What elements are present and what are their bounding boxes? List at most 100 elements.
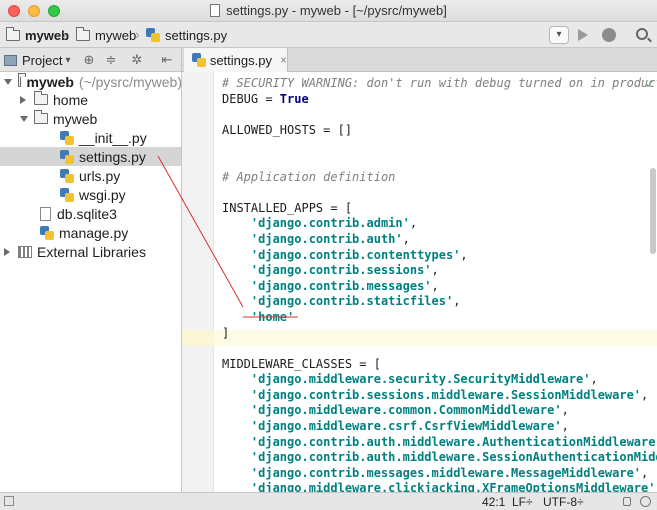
folder-icon [6, 26, 20, 41]
breadcrumb-separator: › [62, 26, 67, 42]
code-string: 'django.contrib.messages' [250, 278, 432, 293]
line-separator[interactable]: LF÷ [512, 495, 533, 509]
tree-root-path: (~/pysrc/myweb) [78, 73, 182, 90]
project-toolbar: Project ▾ ⊕ ≑ ✲ ⇤ [0, 48, 182, 72]
python-file-icon [60, 130, 74, 145]
tree-item-init[interactable]: __init__.py [0, 128, 181, 147]
expand-arrow-icon[interactable] [4, 78, 12, 85]
caret-position[interactable]: 42:1 [482, 495, 505, 509]
code-comma: , [431, 263, 439, 278]
debug-icon[interactable] [602, 28, 616, 42]
expand-arrow-icon[interactable] [20, 115, 28, 122]
project-view-icon [4, 54, 17, 66]
code-line: ALLOWED_HOSTS = [] [222, 122, 353, 137]
collapse-arrow-icon[interactable] [20, 95, 26, 104]
code-comma: , [460, 247, 468, 262]
hide-icon[interactable]: ⇤ [160, 53, 174, 67]
python-file-icon [60, 149, 74, 164]
code-string: 'django.contrib.auth.middleware.Authenti… [250, 434, 657, 449]
search-icon[interactable] [636, 28, 648, 40]
tab-settings-py[interactable]: settings.py × [184, 48, 288, 72]
code-editor[interactable]: # SECURITY WARNING: don't run with debug… [182, 72, 657, 492]
code-string-home: 'home' [250, 309, 295, 324]
code-line: 'home' [222, 310, 657, 326]
hector-icon[interactable] [640, 496, 651, 507]
tree-item-root[interactable]: myweb (~/pysrc/myweb) [0, 72, 182, 91]
code-string: 'django.contrib.sessions.middleware.Sess… [250, 387, 642, 402]
code-line: DEBUG = True [222, 92, 657, 108]
tree-item-label: __init__.py [79, 129, 147, 146]
document-icon [210, 4, 221, 17]
status-bar: 42:1 LF÷ UTF-8÷ [0, 492, 657, 510]
code-line: 'django.middleware.security.SecurityMidd… [222, 372, 657, 388]
tree-item-label: wsgi.py [79, 186, 126, 203]
code-line: 'django.middleware.common.CommonMiddlewa… [222, 403, 657, 419]
code-comma: , [409, 216, 418, 231]
lock-icon[interactable] [623, 497, 631, 506]
code-comma: , [590, 372, 598, 387]
code-line: 'django.contrib.auth.middleware.SessionA… [222, 450, 657, 466]
tree-item-manage[interactable]: manage.py [0, 223, 181, 242]
inspection-ok-icon[interactable]: ✓ [645, 77, 655, 91]
python-file-icon [60, 168, 74, 183]
chevron-down-icon: ▾ [65, 54, 71, 66]
code-line: 'django.contrib.sessions.middleware.Sess… [222, 388, 657, 404]
code-line: 'django.contrib.contenttypes', [222, 248, 657, 264]
tree-item-external-libraries[interactable]: External Libraries [0, 242, 181, 261]
code-line: 'django.contrib.staticfiles', [222, 294, 657, 310]
tree-item-urls[interactable]: urls.py [0, 166, 181, 185]
code-line: INSTALLED_APPS = [ [222, 200, 353, 215]
tree-item-home[interactable]: home [0, 90, 181, 109]
tool-windows-icon[interactable] [4, 496, 14, 506]
target-icon[interactable]: ⊕ [82, 53, 96, 67]
project-view-dropdown[interactable]: Project ▾ [4, 51, 71, 69]
code-string: 'django.middleware.security.SecurityMidd… [250, 372, 591, 387]
run-configuration-select[interactable]: ▾ [549, 26, 569, 44]
code-comma: , [431, 278, 439, 293]
code-string: 'django.contrib.staticfiles' [250, 294, 454, 309]
window-titlebar: settings.py - myweb - [~/pysrc/myweb] [0, 0, 657, 22]
library-icon [18, 245, 32, 258]
code-line: ] [222, 325, 230, 340]
close-tab-icon[interactable]: × [280, 53, 287, 67]
collapse-icon[interactable]: ≑ [104, 53, 118, 67]
editor-tab-bar: settings.py × [182, 48, 657, 72]
code-line: 'django.middleware.csrf.CsrfViewMiddlewa… [222, 419, 657, 435]
code-line: 'django.contrib.sessions', [222, 263, 657, 279]
tree-item-myweb[interactable]: myweb [0, 109, 181, 128]
folder-icon [18, 73, 28, 87]
code-string: 'django.contrib.auth' [250, 231, 403, 246]
breadcrumb-file-label: settings.py [165, 27, 228, 43]
gear-icon[interactable]: ✲ [130, 53, 144, 67]
breadcrumb-file[interactable]: settings.py [146, 27, 227, 43]
caret-gutter-highlight [182, 330, 214, 346]
breadcrumb-package[interactable]: myweb [76, 26, 136, 43]
file-encoding[interactable]: UTF-8÷ [543, 495, 584, 509]
window-title-area: settings.py - myweb - [~/pysrc/myweb] [0, 3, 657, 18]
run-icon[interactable] [578, 29, 588, 41]
project-view-label: Project [22, 52, 63, 68]
code-line: 'django.contrib.admin', [222, 216, 657, 232]
tree-item-label: myweb [53, 110, 98, 127]
code-string: 'django.middleware.csrf.CsrfViewMiddlewa… [250, 419, 562, 434]
tree-item-label: home [53, 91, 89, 108]
editor-gutter [182, 72, 214, 492]
code-line-caret [222, 341, 657, 357]
tree-item-wsgi[interactable]: wsgi.py [0, 185, 181, 204]
code-token: DEBUG = [222, 91, 280, 106]
breadcrumb-project[interactable]: myweb [6, 26, 69, 43]
collapse-arrow-icon[interactable] [4, 247, 10, 256]
editor-scrollbar[interactable] [650, 168, 656, 254]
python-file-icon [60, 187, 74, 202]
code-line: 'django.contrib.auth', [222, 232, 657, 248]
code-line: 'django.contrib.messages.middleware.Mess… [222, 466, 657, 482]
code-string: 'django.contrib.admin' [250, 216, 410, 231]
code-line: MIDDLEWARE_CLASSES = [ [222, 356, 381, 371]
code-string: 'django.middleware.common.CommonMiddlewa… [250, 403, 562, 418]
tree-root-label: myweb [26, 73, 74, 90]
tree-item-db[interactable]: db.sqlite3 [0, 204, 181, 223]
code-string: 'django.contrib.auth.middleware.SessionA… [250, 450, 657, 465]
tree-item-settings[interactable]: settings.py [0, 147, 181, 166]
navigation-bar: myweb › myweb › settings.py ▾ [0, 22, 657, 48]
